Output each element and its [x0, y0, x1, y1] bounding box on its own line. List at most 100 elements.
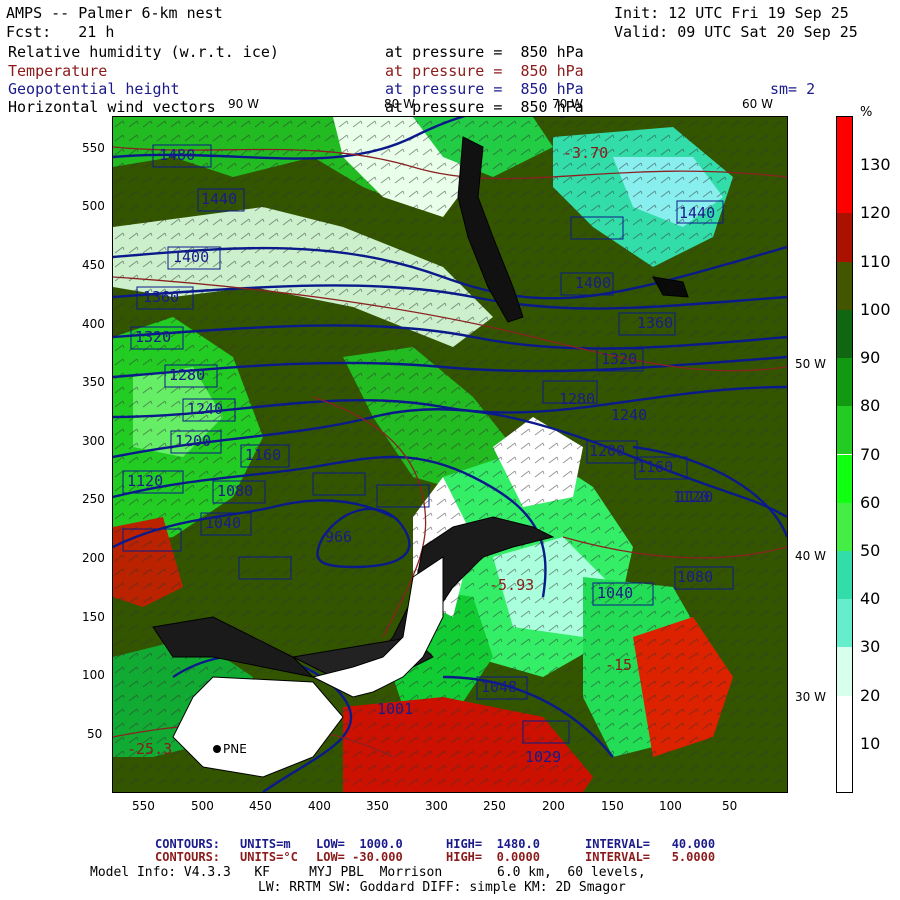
y-tick: 550	[82, 141, 105, 155]
lon-label-60w: 60 W	[742, 97, 773, 111]
height-label: 1280	[559, 390, 596, 408]
colorbar-tick-label: 100	[860, 299, 891, 319]
colorbar-segment	[837, 309, 852, 359]
height-label: 1080	[217, 482, 254, 500]
height-label: 1120	[673, 488, 710, 506]
field-wind-name: Horizontal wind vectors	[8, 98, 216, 116]
x-tick: 550	[132, 799, 155, 813]
lon-label-30w: 30 W	[795, 690, 826, 704]
colorbar-unit: %	[860, 105, 873, 120]
colorbar-tick-label: 110	[860, 251, 891, 271]
colorbar-segment	[837, 695, 852, 744]
field-temp-name: Temperature	[8, 62, 108, 80]
colorbar-segment	[837, 454, 852, 503]
colorbar-tick-label: 20	[860, 685, 881, 705]
temp-contours-units: UNITS=°C	[240, 850, 298, 864]
lon-label-40w: 40 W	[795, 549, 826, 563]
map-panel: 1480 1440 1400 1360 1320 1280 1240 1200 …	[112, 116, 788, 793]
x-tick: 50	[722, 799, 738, 813]
x-tick: 350	[366, 799, 389, 813]
valid-time: Valid: 09 UTC Sat 20 Sep 25	[614, 23, 858, 41]
colorbar-segment	[837, 165, 852, 214]
x-tick: 300	[425, 799, 448, 813]
y-tick: 350	[82, 375, 105, 389]
x-tick: 250	[483, 799, 506, 813]
height-label: 1240	[611, 406, 648, 424]
x-tick: 100	[659, 799, 682, 813]
colorbar-segment	[837, 599, 852, 648]
height-label: 1360	[143, 288, 180, 306]
height-label: 1280	[169, 366, 206, 384]
field-height-level: at pressure = 850 hPa	[385, 80, 584, 98]
colorbar	[836, 116, 853, 793]
forecast-hour: Fcst: 21 h	[6, 23, 115, 41]
field-rh-name: Relative humidity (w.r.t. ice)	[8, 43, 279, 61]
height-label: 1040	[597, 584, 634, 602]
x-tick: 400	[308, 799, 331, 813]
y-tick: 100	[82, 668, 105, 682]
height-label: 1001	[377, 700, 414, 718]
height-label: 1480	[159, 146, 196, 164]
height-label: 1320	[601, 350, 638, 368]
field-rh-level: at pressure = 850 hPa	[385, 43, 584, 61]
y-tick: 450	[82, 258, 105, 272]
colorbar-tick-label: 60	[860, 492, 881, 512]
height-label: 1040	[205, 514, 242, 532]
temp-contours-low: LOW= -30.000	[316, 850, 403, 864]
colorbar-segment	[837, 406, 852, 455]
y-tick: 400	[82, 317, 105, 331]
height-label: 1160	[637, 458, 674, 476]
model-info: Model Info: V4.3.3 KF MYJ PBL Morrison 6…	[90, 865, 646, 880]
colorbar-segment	[837, 743, 852, 792]
colorbar-segment	[837, 647, 852, 696]
colorbar-tick-label: 40	[860, 589, 881, 609]
station-marker	[213, 745, 221, 753]
height-label: 1400	[173, 248, 210, 266]
colorbar-tick-label: 130	[860, 155, 891, 175]
field-temp-level: at pressure = 850 hPa	[385, 62, 584, 80]
colorbar-tick-label: 80	[860, 396, 881, 416]
x-tick: 200	[542, 799, 565, 813]
height-label: 1400	[575, 274, 612, 292]
y-tick: 150	[82, 610, 105, 624]
colorbar-segment	[837, 502, 852, 551]
colorbar-tick-label: 90	[860, 348, 881, 368]
model-info-2: LW: RRTM SW: Goddard DIFF: simple KM: 2D…	[258, 880, 626, 895]
height-label: 1120	[127, 472, 164, 490]
y-tick: 50	[87, 727, 103, 741]
y-tick: 300	[82, 434, 105, 448]
y-tick: 500	[82, 199, 105, 213]
height-label: 1440	[201, 190, 238, 208]
colorbar-tick-label: 10	[860, 733, 881, 753]
colorbar-segment	[837, 117, 852, 166]
y-tick: 250	[82, 492, 105, 506]
height-label: 1080	[677, 568, 714, 586]
lon-label-90w: 90 W	[228, 97, 259, 111]
height-label: 1048	[481, 678, 518, 696]
smoothing-label: sm= 2	[770, 80, 816, 98]
temp-contours-label: CONTOURS:	[155, 850, 221, 864]
temp-contours-interval: INTERVAL= 5.0000	[585, 850, 716, 864]
init-time: Init: 12 UTC Fri 19 Sep 25	[614, 4, 849, 22]
height-label: 1320	[135, 328, 172, 346]
colorbar-segment	[837, 261, 852, 310]
temp-contours-high: HIGH= 0.0000	[446, 850, 540, 864]
height-label: 1029	[525, 748, 562, 766]
lon-label-80w: 80 W	[384, 97, 415, 111]
height-label: 1240	[187, 400, 224, 418]
colorbar-tick-label: 120	[860, 203, 891, 223]
colorbar-tick-label: 30	[860, 637, 881, 657]
temp-label: -25.3	[127, 740, 173, 758]
x-tick: 150	[601, 799, 624, 813]
colorbar-tick-label: 50	[860, 540, 881, 560]
height-label: 966	[325, 528, 353, 546]
height-label: 1160	[245, 446, 282, 464]
height-label: 1440	[679, 204, 716, 222]
field-height-name: Geopotential height	[8, 80, 180, 98]
colorbar-segment	[837, 550, 852, 600]
colorbar-tick-label: 70	[860, 444, 881, 464]
x-tick: 450	[249, 799, 272, 813]
height-label: 1200	[175, 432, 212, 450]
lon-label-50w: 50 W	[795, 357, 826, 371]
station-label: PNE	[223, 742, 247, 756]
